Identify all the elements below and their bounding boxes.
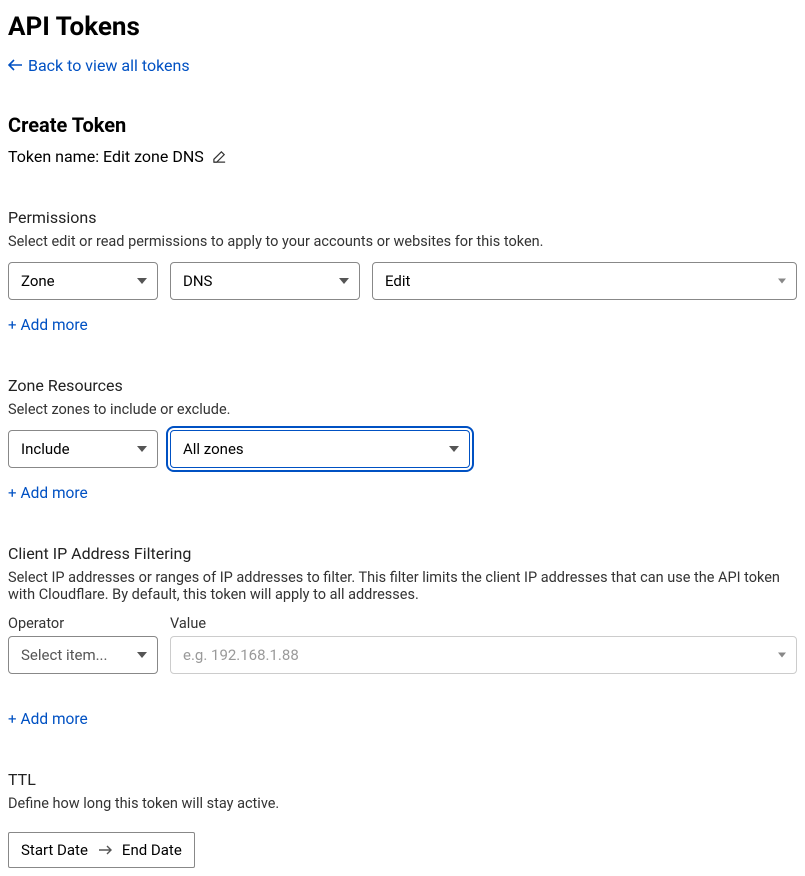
token-name-label: Token name:: [8, 147, 99, 166]
plus-icon: +: [8, 316, 17, 334]
plus-icon: +: [8, 710, 17, 728]
permissions-resource-select[interactable]: DNS: [170, 262, 360, 300]
add-more-label: Add more: [21, 316, 88, 334]
chevron-down-icon: [778, 653, 786, 658]
chevron-down-icon: [137, 278, 147, 284]
operator-placeholder: Select item...: [21, 646, 107, 664]
back-link[interactable]: Back to view all tokens: [8, 56, 190, 75]
ttl-section: TTL Define how long this token will stay…: [8, 770, 797, 868]
zone-resources-desc: Select zones to include or exclude.: [8, 401, 797, 418]
permissions-section: Permissions Select edit or read permissi…: [8, 208, 797, 334]
ip-filter-section: Client IP Address Filtering Select IP ad…: [8, 544, 797, 728]
chevron-down-icon: [137, 446, 147, 452]
permissions-scope-select[interactable]: Zone: [8, 262, 158, 300]
operator-label: Operator: [8, 615, 158, 632]
ip-filter-desc: Select IP addresses or ranges of IP addr…: [8, 569, 797, 603]
ttl-end-label: End Date: [122, 841, 182, 859]
zone-resources-section: Zone Resources Select zones to include o…: [8, 376, 797, 502]
token-name-row: Token name: Edit zone DNS: [8, 147, 797, 166]
ip-value-input[interactable]: e.g. 192.168.1.88: [170, 636, 797, 674]
ttl-desc: Define how long this token will stay act…: [8, 795, 797, 812]
chevron-down-icon: [137, 652, 147, 658]
add-more-label: Add more: [21, 484, 88, 502]
permissions-access-value: Edit: [385, 272, 410, 290]
ttl-title: TTL: [8, 770, 797, 789]
create-token-heading: Create Token: [8, 113, 797, 137]
permissions-add-more-button[interactable]: + Add more: [8, 316, 88, 334]
ip-value-placeholder: e.g. 192.168.1.88: [183, 646, 299, 664]
zone-mode-value: Include: [21, 440, 70, 458]
ip-filter-title: Client IP Address Filtering: [8, 544, 797, 563]
chevron-down-icon: [449, 446, 459, 452]
chevron-down-icon: [778, 279, 786, 284]
value-label: Value: [170, 615, 206, 632]
zone-selection-select[interactable]: All zones: [170, 430, 470, 468]
token-name-value: Edit zone DNS: [103, 147, 204, 166]
page-title: API Tokens: [8, 12, 797, 42]
plus-icon: +: [8, 484, 17, 502]
ttl-date-range[interactable]: Start Date End Date: [8, 832, 195, 868]
zone-resources-title: Zone Resources: [8, 376, 797, 395]
arrow-left-icon: [8, 56, 22, 75]
chevron-down-icon: [339, 278, 349, 284]
zone-add-more-button[interactable]: + Add more: [8, 484, 88, 502]
zone-mode-select[interactable]: Include: [8, 430, 158, 468]
ip-add-more-button[interactable]: + Add more: [8, 710, 88, 728]
edit-icon[interactable]: [212, 149, 227, 164]
permissions-title: Permissions: [8, 208, 797, 227]
permissions-resource-value: DNS: [183, 272, 212, 290]
permissions-desc: Select edit or read permissions to apply…: [8, 233, 797, 250]
arrow-right-icon: [98, 845, 112, 855]
add-more-label: Add more: [21, 710, 88, 728]
zone-selection-value: All zones: [183, 440, 244, 458]
permissions-scope-value: Zone: [21, 272, 55, 290]
permissions-access-select[interactable]: Edit: [372, 262, 797, 300]
operator-select[interactable]: Select item...: [8, 636, 158, 674]
back-link-label: Back to view all tokens: [28, 56, 190, 75]
ttl-start-label: Start Date: [21, 841, 88, 859]
